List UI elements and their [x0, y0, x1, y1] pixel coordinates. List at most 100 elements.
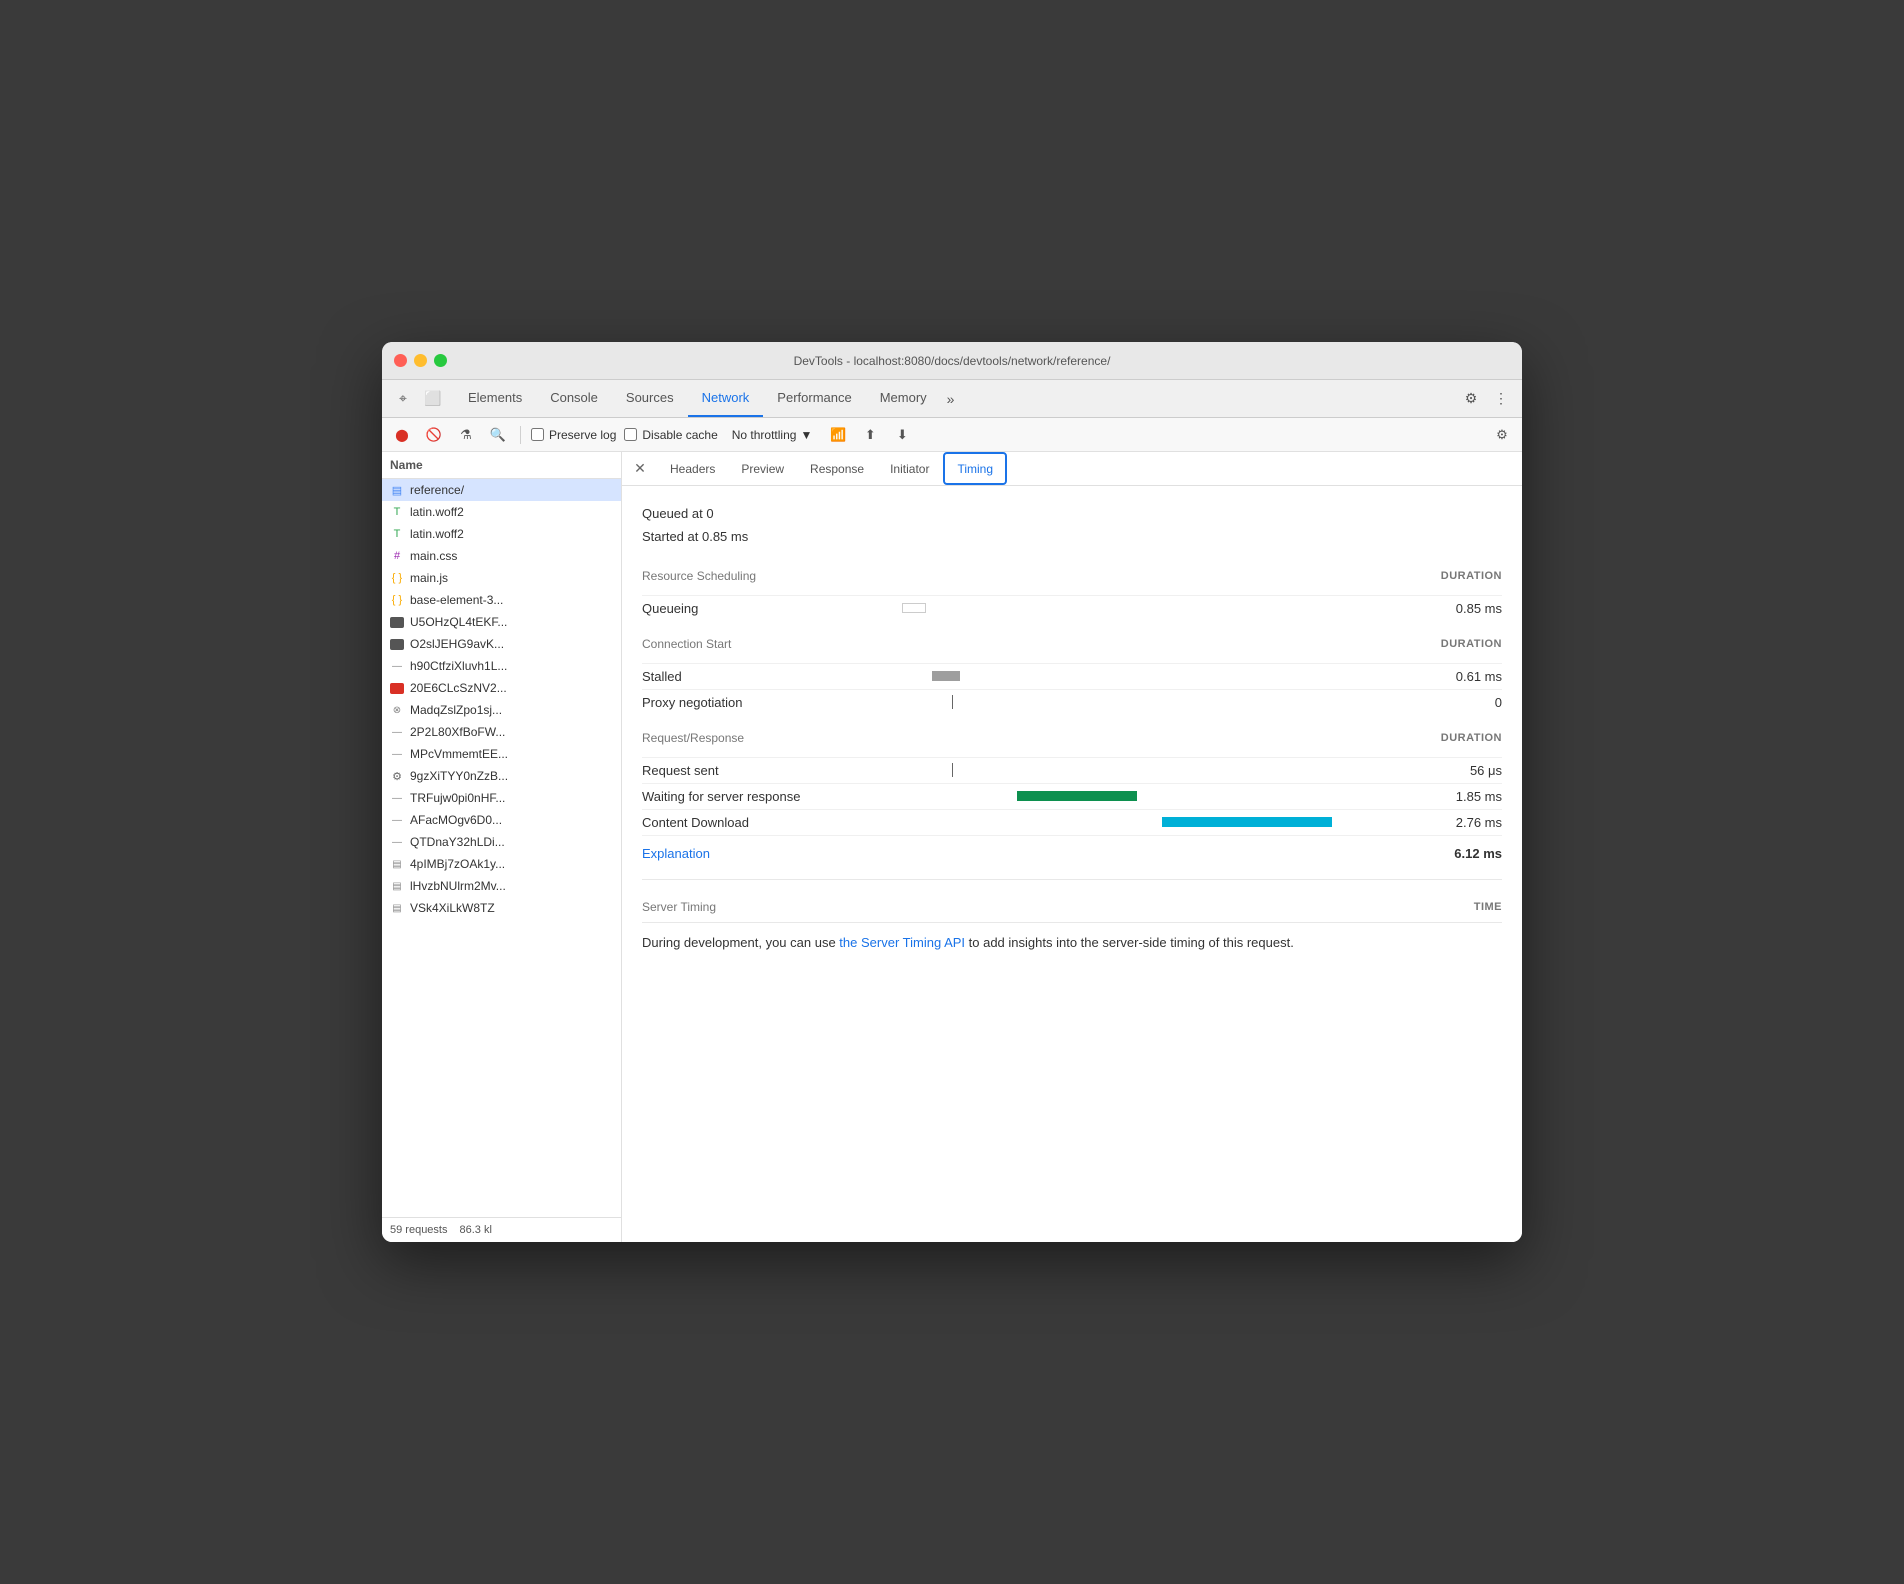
- sidebar-item-latin-woff2-2[interactable]: T latin.woff2: [382, 523, 621, 545]
- sidebar-item-blocked[interactable]: ⊗ MadqZslZpo1sj...: [382, 699, 621, 721]
- import-icon[interactable]: ⬆: [858, 423, 882, 447]
- settings-icon[interactable]: ⚙: [1458, 386, 1484, 412]
- fullscreen-button[interactable]: [434, 354, 447, 367]
- timing-row-content-download: Content Download 2.76 ms: [642, 809, 1502, 835]
- sidebar-item-settings-js[interactable]: ⚙ 9gzXiTYY0nZzB...: [382, 765, 621, 787]
- proxy-label: Proxy negotiation: [642, 695, 822, 710]
- tab-preview[interactable]: Preview: [729, 452, 796, 485]
- server-timing-description: During development, you can use the Serv…: [642, 922, 1502, 954]
- sidebar-item-label: VSk4XiLkW8TZ: [410, 901, 495, 915]
- total-size: 86.3 kl: [459, 1224, 491, 1236]
- sidebar-item-label: AFacMOgv6D0...: [410, 813, 502, 827]
- sidebar-item-xhr2[interactable]: — 2P2L80XfBoFW...: [382, 721, 621, 743]
- sidebar-item-xhr6[interactable]: — QTDnaY32hLDi...: [382, 831, 621, 853]
- close-detail-button[interactable]: ✕: [630, 459, 650, 479]
- tab-response[interactable]: Response: [798, 452, 876, 485]
- xhr-icon: ▤: [390, 857, 404, 871]
- sidebar-item-label: MadqZslZpo1sj...: [410, 703, 502, 717]
- sidebar-item-main-js[interactable]: { } main.js: [382, 567, 621, 589]
- request-response-duration-label: DURATION: [1441, 732, 1502, 744]
- resource-scheduling-header: Resource Scheduling DURATION: [642, 569, 1502, 587]
- preserve-log-input[interactable]: [531, 428, 544, 441]
- connection-start-title: Connection Start: [642, 637, 731, 651]
- content-download-bar: [1162, 817, 1332, 827]
- device-icon[interactable]: ⬜: [420, 386, 446, 412]
- sidebar-item-reference[interactable]: ▤ reference/: [382, 479, 621, 501]
- detail-panel: ✕ Headers Preview Response Initiator Tim…: [622, 452, 1522, 1242]
- sidebar-item-base-element[interactable]: { } base-element-3...: [382, 589, 621, 611]
- sidebar-item-latin-woff2-1[interactable]: T latin.woff2: [382, 501, 621, 523]
- tab-timing[interactable]: Timing: [943, 452, 1007, 485]
- disable-cache-input[interactable]: [624, 428, 637, 441]
- timing-row-queueing: Queueing 0.85 ms: [642, 595, 1502, 621]
- cursor-icon[interactable]: ⌖: [390, 386, 416, 412]
- proxy-bar-container: [822, 695, 1422, 709]
- filter-icon[interactable]: ⚗: [454, 423, 478, 447]
- js-icon: { }: [390, 593, 404, 607]
- sidebar-item-label: main.css: [410, 549, 457, 563]
- close-button[interactable]: [394, 354, 407, 367]
- server-timing-api-link[interactable]: the Server Timing API: [839, 935, 965, 950]
- tab-headers[interactable]: Headers: [658, 452, 727, 485]
- sidebar-item-img1[interactable]: U5OHzQL4tEKF...: [382, 611, 621, 633]
- sidebar-item-xhr8[interactable]: ▤ lHvzbNUlrm2Mv...: [382, 875, 621, 897]
- resource-scheduling-duration-label: DURATION: [1441, 570, 1502, 582]
- proxy-bar: [952, 695, 953, 709]
- sidebar-item-xhr9[interactable]: ▤ VSk4XiLkW8TZ: [382, 897, 621, 919]
- sidebar-item-label: 20E6CLcSzNV2...: [410, 681, 507, 695]
- sidebar-item-label: MPcVmmemtEE...: [410, 747, 508, 761]
- request-sent-bar: [952, 763, 953, 777]
- img-icon: [390, 617, 404, 628]
- tab-memory[interactable]: Memory: [866, 380, 941, 417]
- clear-button[interactable]: 🚫: [422, 423, 446, 447]
- tab-network[interactable]: Network: [688, 380, 764, 417]
- sidebar-item-xhr7[interactable]: ▤ 4pIMBj7zOAk1y...: [382, 853, 621, 875]
- export-icon[interactable]: ⬇: [890, 423, 914, 447]
- sidebar-item-main-css[interactable]: # main.css: [382, 545, 621, 567]
- tab-sources[interactable]: Sources: [612, 380, 688, 417]
- tab-console[interactable]: Console: [536, 380, 612, 417]
- sidebar-item-xhr1[interactable]: — h90CtfziXluvh1L...: [382, 655, 621, 677]
- request-sent-duration: 56 μs: [1422, 763, 1502, 778]
- timing-row-proxy: Proxy negotiation 0: [642, 689, 1502, 715]
- devtools-window: DevTools - localhost:8080/docs/devtools/…: [382, 342, 1522, 1242]
- disable-cache-label: Disable cache: [642, 428, 717, 442]
- sidebar-item-xhr4[interactable]: — TRFujw0pi0nHF...: [382, 787, 621, 809]
- timing-row-waiting: Waiting for server response 1.85 ms: [642, 783, 1502, 809]
- sidebar-item-xhr3[interactable]: — MPcVmmemtEE...: [382, 743, 621, 765]
- record-button[interactable]: ⬤: [390, 423, 414, 447]
- throttle-select[interactable]: No throttling ▼: [726, 426, 819, 444]
- explanation-link[interactable]: Explanation: [642, 846, 710, 861]
- detail-tabs: ✕ Headers Preview Response Initiator Tim…: [622, 452, 1522, 486]
- resource-scheduling-section: Resource Scheduling DURATION Queueing 0.…: [642, 569, 1502, 621]
- sidebar-item-img2[interactable]: O2slJEHG9avK...: [382, 633, 621, 655]
- devtools-nav-tabs: Elements Console Sources Network Perform…: [454, 380, 1458, 417]
- content-download-bar-container: [822, 815, 1422, 829]
- request-sent-label: Request sent: [642, 763, 822, 778]
- more-options-icon[interactable]: ⋮: [1488, 386, 1514, 412]
- tab-performance[interactable]: Performance: [763, 380, 865, 417]
- xhr-icon: ▤: [390, 879, 404, 893]
- xhr-icon: —: [390, 813, 404, 827]
- more-tabs-button[interactable]: »: [941, 391, 961, 407]
- sidebar-item-label: QTDnaY32hLDi...: [410, 835, 505, 849]
- xhr-icon: —: [390, 835, 404, 849]
- minimize-button[interactable]: [414, 354, 427, 367]
- throttle-label: No throttling: [732, 428, 797, 442]
- wifi-icon[interactable]: 📶: [826, 423, 850, 447]
- total-duration: 6.12 ms: [1454, 846, 1502, 861]
- disable-cache-checkbox[interactable]: Disable cache: [624, 428, 717, 442]
- sidebar-item-xhr5[interactable]: — AFacMOgv6D0...: [382, 809, 621, 831]
- network-settings-icon[interactable]: ⚙: [1490, 423, 1514, 447]
- sidebar-item-label: TRFujw0pi0nHF...: [410, 791, 505, 805]
- queueing-label: Queueing: [642, 601, 822, 616]
- tab-initiator[interactable]: Initiator: [878, 452, 941, 485]
- proxy-duration: 0: [1422, 695, 1502, 710]
- sidebar-item-img-red[interactable]: 20E6CLcSzNV2...: [382, 677, 621, 699]
- sidebar-item-label: O2slJEHG9avK...: [410, 637, 504, 651]
- search-icon[interactable]: 🔍: [486, 423, 510, 447]
- preserve-log-checkbox[interactable]: Preserve log: [531, 428, 616, 442]
- xhr-icon: ▤: [390, 901, 404, 915]
- tab-elements[interactable]: Elements: [454, 380, 536, 417]
- font-icon: T: [390, 505, 404, 519]
